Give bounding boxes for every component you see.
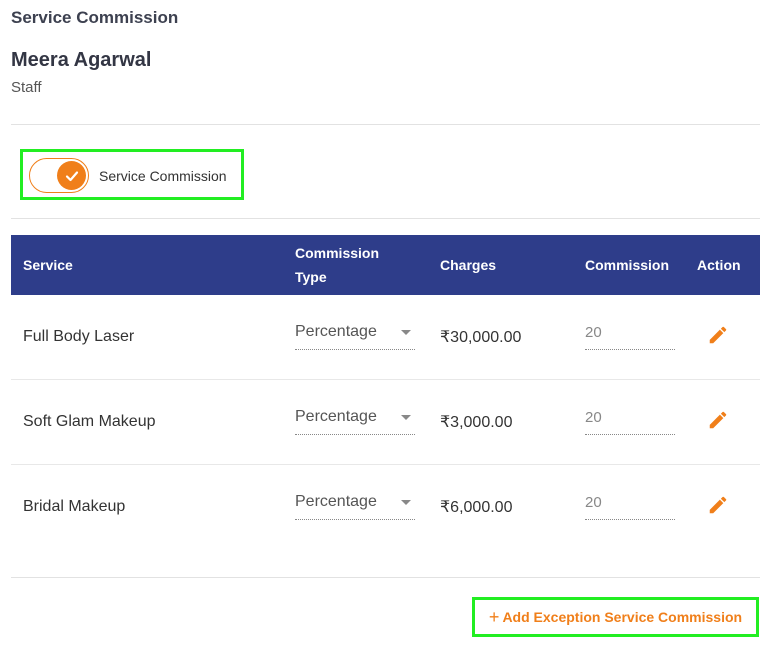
edit-button[interactable] <box>707 324 729 351</box>
action-cell <box>685 465 760 550</box>
header-commission-type-line1: Commission <box>295 245 380 261</box>
header-charges: Charges <box>428 235 573 295</box>
caret-down-icon <box>401 414 411 420</box>
service-commission-toggle[interactable] <box>29 158 89 193</box>
commission-input[interactable]: 20 <box>585 319 675 350</box>
pencil-icon <box>709 496 727 513</box>
service-commission-toggle-container: Service Commission <box>20 149 244 200</box>
table-row: Soft Glam Makeup Percentage ₹3,000.00 20 <box>11 379 760 465</box>
service-name: Full Body Laser <box>11 295 283 380</box>
table-row: Bridal Makeup Percentage ₹6,000.00 20 <box>11 465 760 550</box>
toggle-knob <box>57 161 86 190</box>
divider <box>11 577 760 578</box>
pencil-icon <box>709 326 727 343</box>
commission-type-value: Percentage <box>295 492 377 510</box>
pencil-icon <box>709 411 727 428</box>
caret-down-icon <box>401 329 411 335</box>
header-commission-type: Commission Type <box>283 235 428 295</box>
table-header-row: Service Commission Type Charges Commissi… <box>11 235 760 295</box>
commission-type-select[interactable]: Percentage <box>295 489 415 520</box>
service-name: Bridal Makeup <box>23 498 126 515</box>
commission-type-cell: Percentage <box>283 465 428 550</box>
header-commission-type-line2: Type <box>295 269 327 285</box>
header-action: Action <box>685 235 760 295</box>
charges-value: ₹30,000.00 <box>428 295 573 380</box>
page-title: Service Commission <box>11 8 179 27</box>
commission-value: 20 <box>585 408 602 426</box>
commission-value: 20 <box>585 323 602 341</box>
service-name: Soft Glam Makeup <box>11 379 283 465</box>
divider <box>11 218 760 219</box>
edit-button[interactable] <box>707 409 729 436</box>
toggle-label: Service Commission <box>99 168 227 184</box>
header-service: Service <box>11 235 283 295</box>
commission-type-select[interactable]: Percentage <box>295 319 415 350</box>
check-icon <box>65 170 78 181</box>
commission-value: 20 <box>585 493 602 511</box>
header-commission: Commission <box>573 235 685 295</box>
commission-cell: 20 <box>573 379 685 465</box>
staff-role: Staff <box>11 79 42 96</box>
charges-value: ₹3,000.00 <box>428 379 573 465</box>
caret-down-icon <box>401 499 411 505</box>
staff-name: Meera Agarwal <box>11 49 152 71</box>
commission-cell: 20 <box>573 465 685 550</box>
commission-type-value: Percentage <box>295 322 377 340</box>
commission-input[interactable]: 20 <box>585 489 675 520</box>
divider <box>11 124 760 125</box>
edit-button[interactable] <box>707 494 729 521</box>
plus-icon: + <box>488 606 500 627</box>
table-row: Full Body Laser Percentage ₹30,000.00 20 <box>11 295 760 380</box>
action-cell <box>685 295 760 380</box>
commission-type-value: Percentage <box>295 407 377 425</box>
service-commission-table: Service Commission Type Charges Commissi… <box>11 235 760 549</box>
commission-type-cell: Percentage <box>283 295 428 380</box>
commission-type-cell: Percentage <box>283 379 428 465</box>
commission-cell: 20 <box>573 295 685 380</box>
charges-value: ₹6,000.00 <box>440 499 513 516</box>
add-button-label: Add Exception Service Commission <box>502 609 743 625</box>
action-cell <box>685 379 760 465</box>
add-exception-service-commission-button[interactable]: + Add Exception Service Commission <box>472 597 759 637</box>
commission-type-select[interactable]: Percentage <box>295 404 415 435</box>
commission-input[interactable]: 20 <box>585 404 675 435</box>
